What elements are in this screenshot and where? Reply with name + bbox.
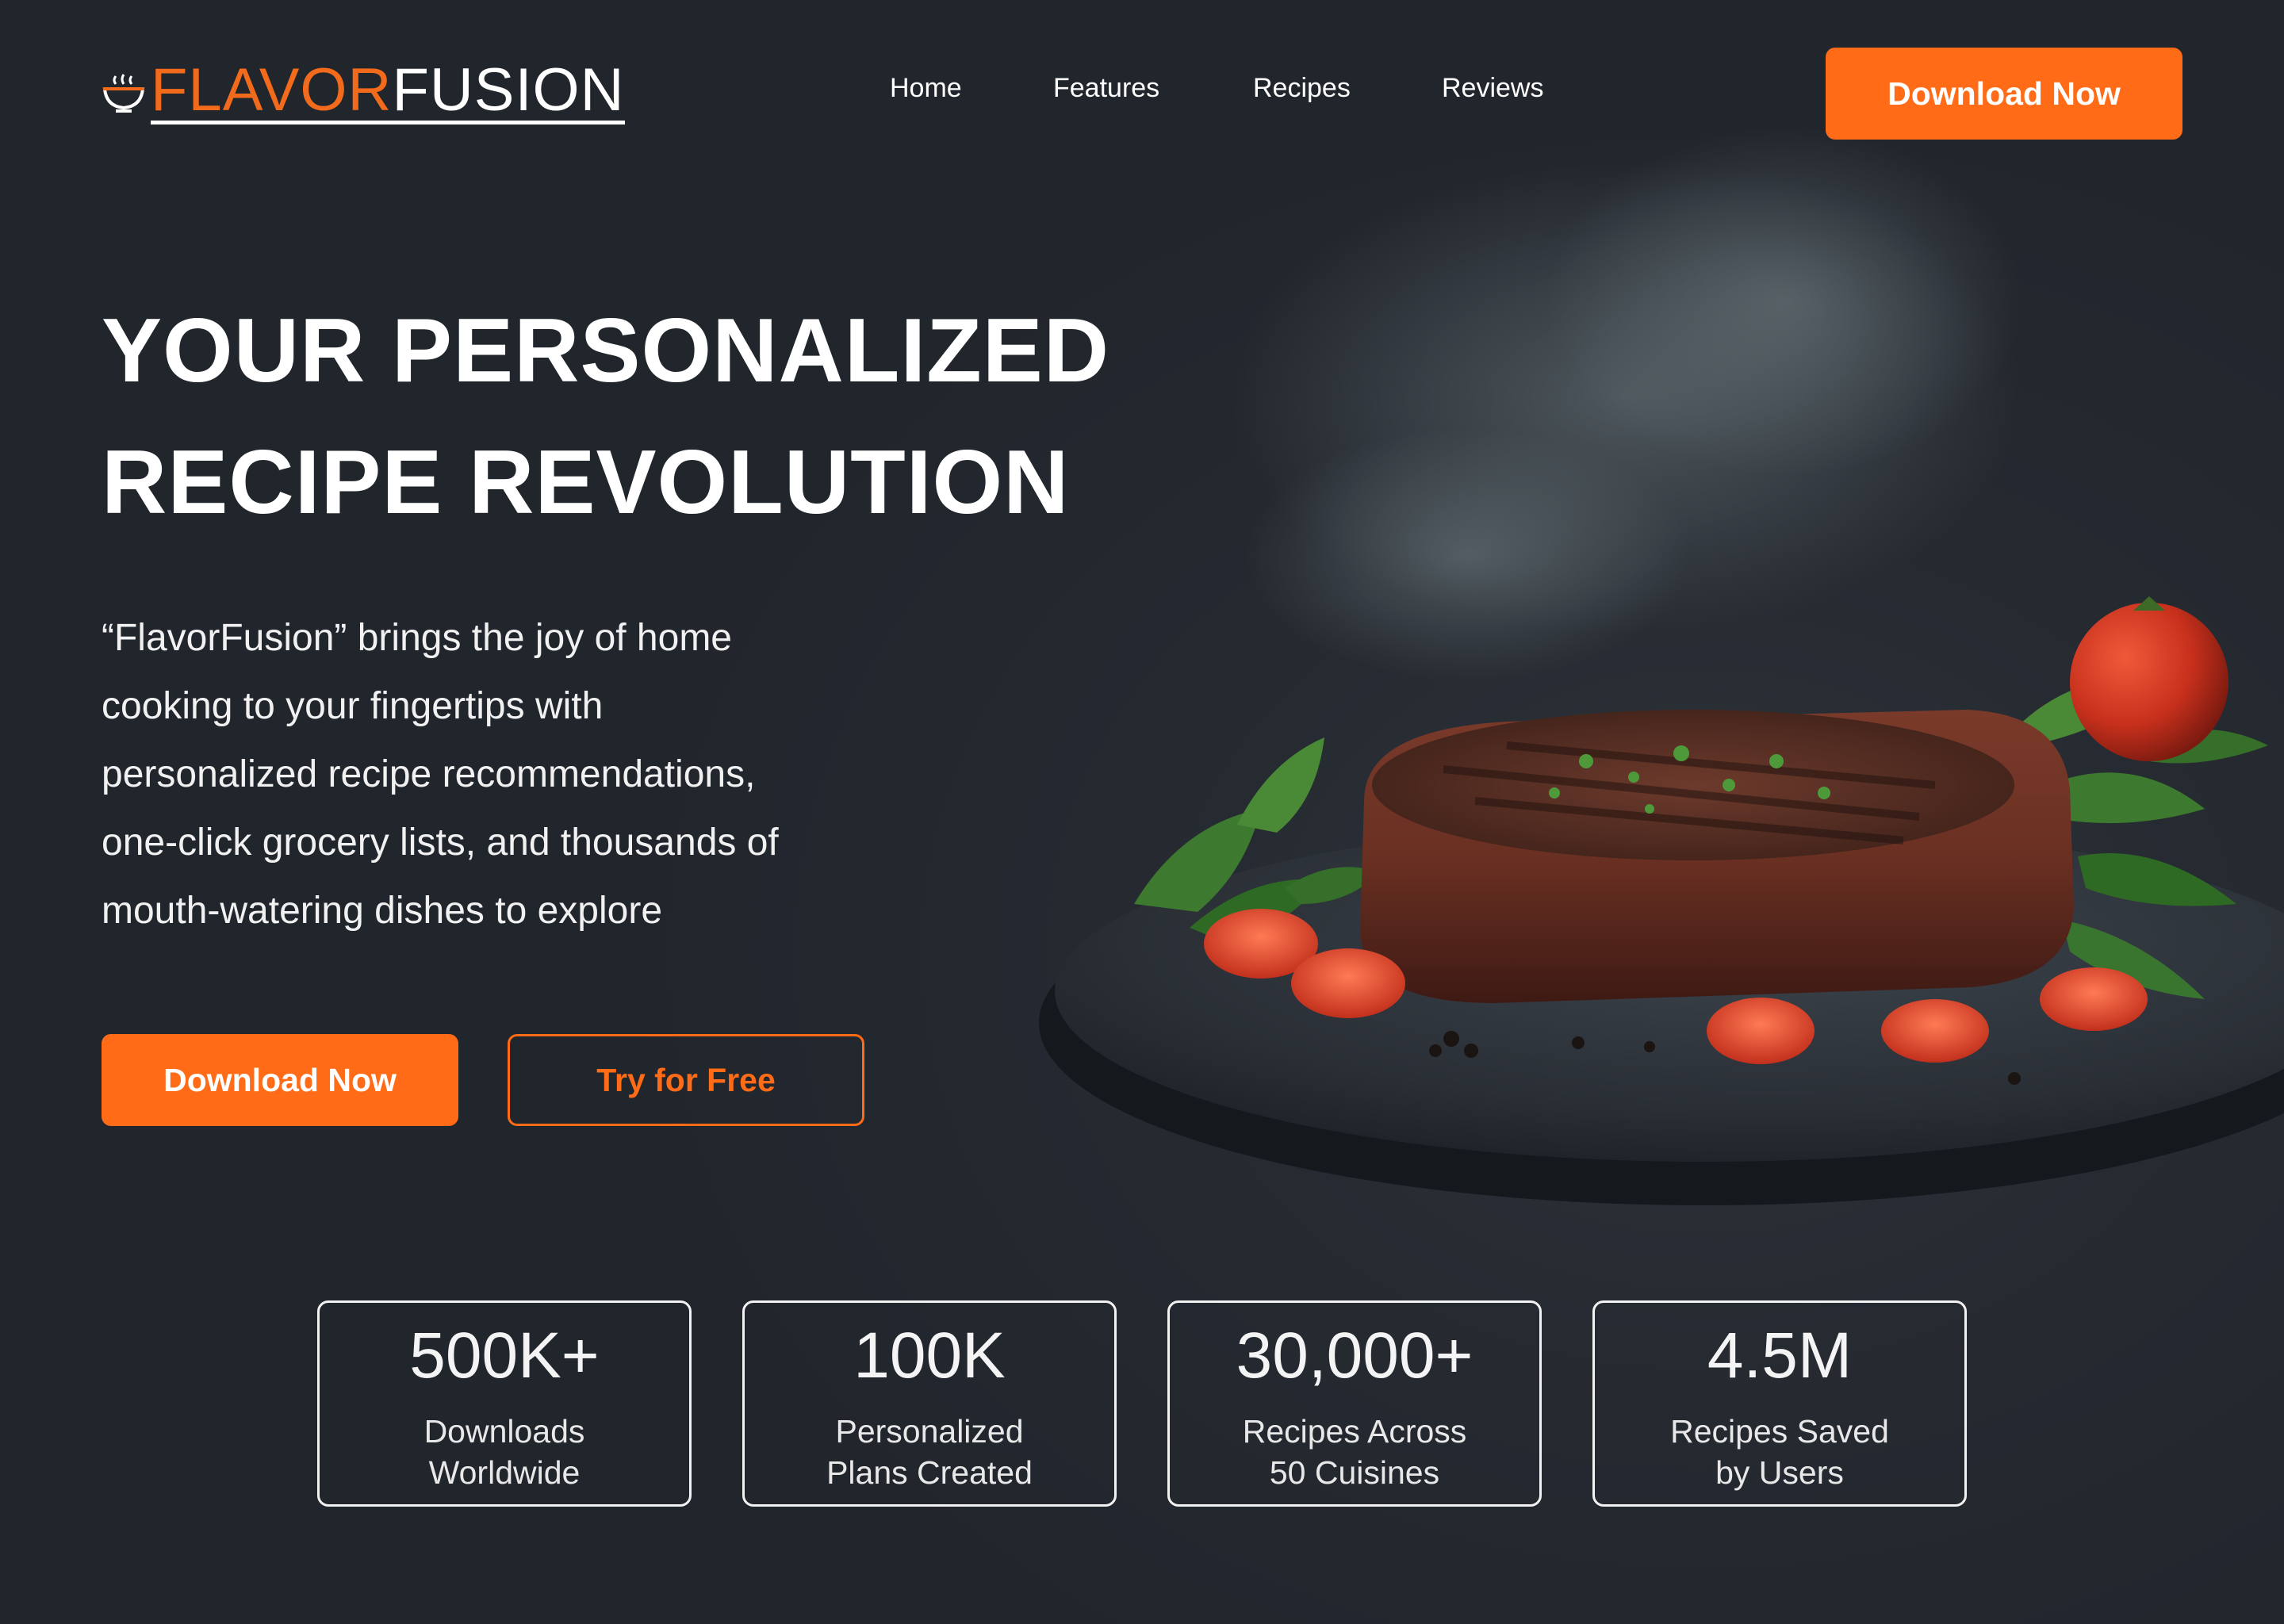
hero-description-line: “FlavorFusion” brings the joy of home: [102, 617, 732, 659]
nav-item-home[interactable]: Home: [890, 73, 962, 104]
stat-label: Downloads Worldwide: [351, 1411, 657, 1493]
stat-value: 100K: [853, 1320, 1006, 1392]
header-download-button[interactable]: Download Now: [1826, 48, 2182, 140]
stat-card-recipes: 30,000+ Recipes Across 50 Cuisines: [1167, 1300, 1542, 1507]
nav-item-recipes[interactable]: Recipes: [1253, 73, 1351, 104]
hero-description: “FlavorFusion” brings the joy of home co…: [102, 604, 958, 945]
stat-label-line: Recipes Across: [1242, 1413, 1467, 1450]
hero-description-line: cooking to your fingertips with: [102, 685, 604, 727]
hero-headline-line1: YOUR PERSONALIZED: [102, 301, 1110, 401]
stat-value: 500K+: [409, 1320, 600, 1392]
hero-download-button[interactable]: Download Now: [102, 1034, 458, 1126]
stat-label-line: Personalized: [835, 1413, 1024, 1450]
stat-card-downloads: 500K+ Downloads Worldwide: [317, 1300, 692, 1507]
stat-card-plans: 100K Personalized Plans Created: [742, 1300, 1117, 1507]
nav-item-features[interactable]: Features: [1053, 73, 1159, 104]
stat-label-line: Downloads: [423, 1413, 585, 1450]
stat-label-line: Plans Created: [826, 1454, 1033, 1491]
stat-label: Recipes Across 50 Cuisines: [1201, 1411, 1508, 1493]
stat-value: 4.5M: [1707, 1320, 1853, 1392]
hero-description-line: one-click grocery lists, and thousands o…: [102, 822, 779, 864]
stat-label-line: 50 Cuisines: [1269, 1454, 1440, 1491]
stat-label-line: Worldwide: [428, 1454, 581, 1491]
stat-label: Recipes Saved by Users: [1627, 1411, 1933, 1493]
landing-page: FLAVORFUSION Home Features Recipes Revie…: [0, 0, 2284, 1624]
nav-item-reviews[interactable]: Reviews: [1442, 73, 1543, 104]
hero-headline-line2: RECIPE REVOLUTION: [102, 432, 1070, 533]
stat-card-saved: 4.5M Recipes Saved by Users: [1592, 1300, 1967, 1507]
stat-label: Personalized Plans Created: [776, 1411, 1083, 1493]
stat-value: 30,000+: [1236, 1320, 1473, 1392]
try-for-free-button[interactable]: Try for Free: [508, 1034, 864, 1126]
stat-label-line: Recipes Saved: [1670, 1413, 1889, 1450]
stat-label-line: by Users: [1715, 1454, 1844, 1491]
hero-description-line: personalized recipe recommendations,: [102, 753, 756, 795]
hero-description-line: mouth-watering dishes to explore: [102, 890, 663, 932]
hero-headline: YOUR PERSONALIZED RECIPE REVOLUTION: [102, 285, 1109, 549]
